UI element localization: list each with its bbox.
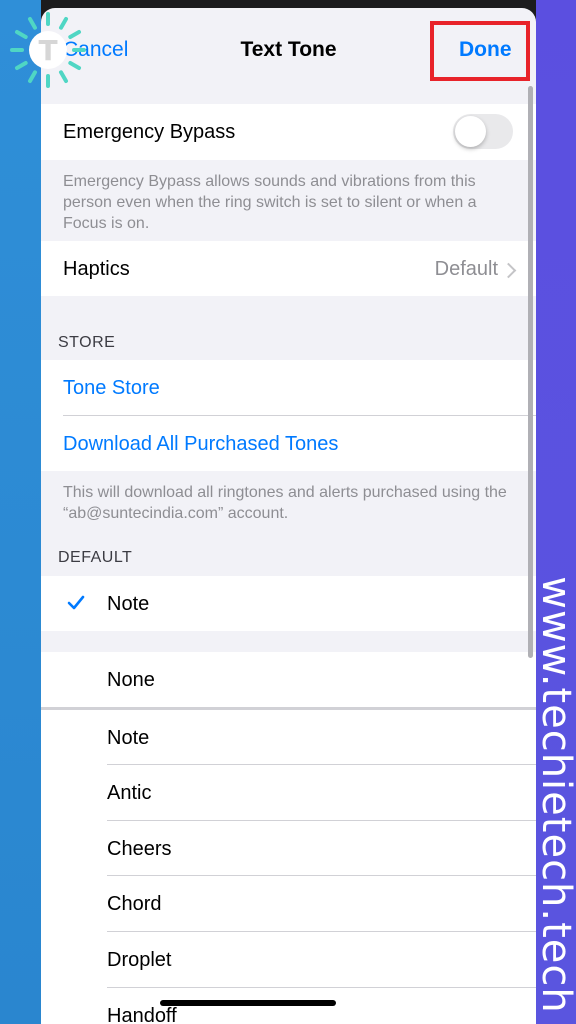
list-item[interactable]: None [41, 652, 536, 707]
default-tone-row[interactable]: Note [41, 576, 536, 631]
default-section-header: DEFAULT [58, 549, 133, 566]
left-border-strip [0, 0, 41, 1024]
haptics-value: Default [434, 258, 498, 280]
watermark-text: www.techietech.tech [533, 576, 576, 1014]
store-section-header: STORE [58, 334, 116, 351]
techietech-logo-icon: T [10, 12, 86, 88]
checkmark-icon [67, 595, 85, 610]
home-indicator [160, 1000, 336, 1006]
scrollbar[interactable] [528, 86, 533, 658]
emergency-bypass-row: Emergency Bypass [41, 104, 536, 160]
emergency-bypass-footnote: Emergency Bypass allows sounds and vibra… [63, 173, 477, 232]
tone-label: Antic [107, 782, 152, 804]
list-item[interactable]: Note [41, 710, 536, 766]
default-tone-label: Note [107, 593, 150, 615]
emergency-bypass-label: Emergency Bypass [63, 121, 236, 143]
emergency-bypass-toggle[interactable] [453, 114, 513, 149]
tone-store-link[interactable]: Tone Store [63, 377, 160, 400]
tone-label: Droplet [107, 949, 172, 971]
text-tone-sheet: Cancel Text Tone Done Emergency Bypass E… [41, 8, 536, 1024]
toggle-knob [455, 116, 486, 147]
list-item[interactable]: Chord [41, 876, 536, 932]
tone-label: Handoff [107, 1005, 177, 1024]
haptics-label: Haptics [63, 258, 130, 280]
tone-label: Note [107, 727, 150, 749]
tone-list: None Note Antic Cheers Chord Droplet Han… [41, 652, 536, 1024]
logo-letter: T [38, 34, 57, 67]
list-item[interactable]: Cheers [41, 821, 536, 877]
store-footnote: This will download all ringtones and ale… [63, 484, 507, 522]
list-item[interactable]: Droplet [41, 932, 536, 988]
chevron-right-icon [500, 262, 517, 279]
list-item[interactable]: Handoff [41, 988, 536, 1024]
navigation-bar: Cancel Text Tone Done [41, 8, 536, 92]
tone-none-label: None [107, 669, 155, 691]
list-item[interactable]: Antic [41, 765, 536, 821]
store-group: Tone Store Download All Purchased Tones [41, 360, 536, 471]
haptics-row[interactable]: Haptics Default [41, 241, 536, 296]
download-all-tones-link[interactable]: Download All Purchased Tones [63, 433, 338, 456]
tone-label: Cheers [107, 838, 172, 860]
divider [63, 415, 536, 416]
done-highlight-box [430, 21, 530, 81]
tone-label: Chord [107, 893, 162, 915]
